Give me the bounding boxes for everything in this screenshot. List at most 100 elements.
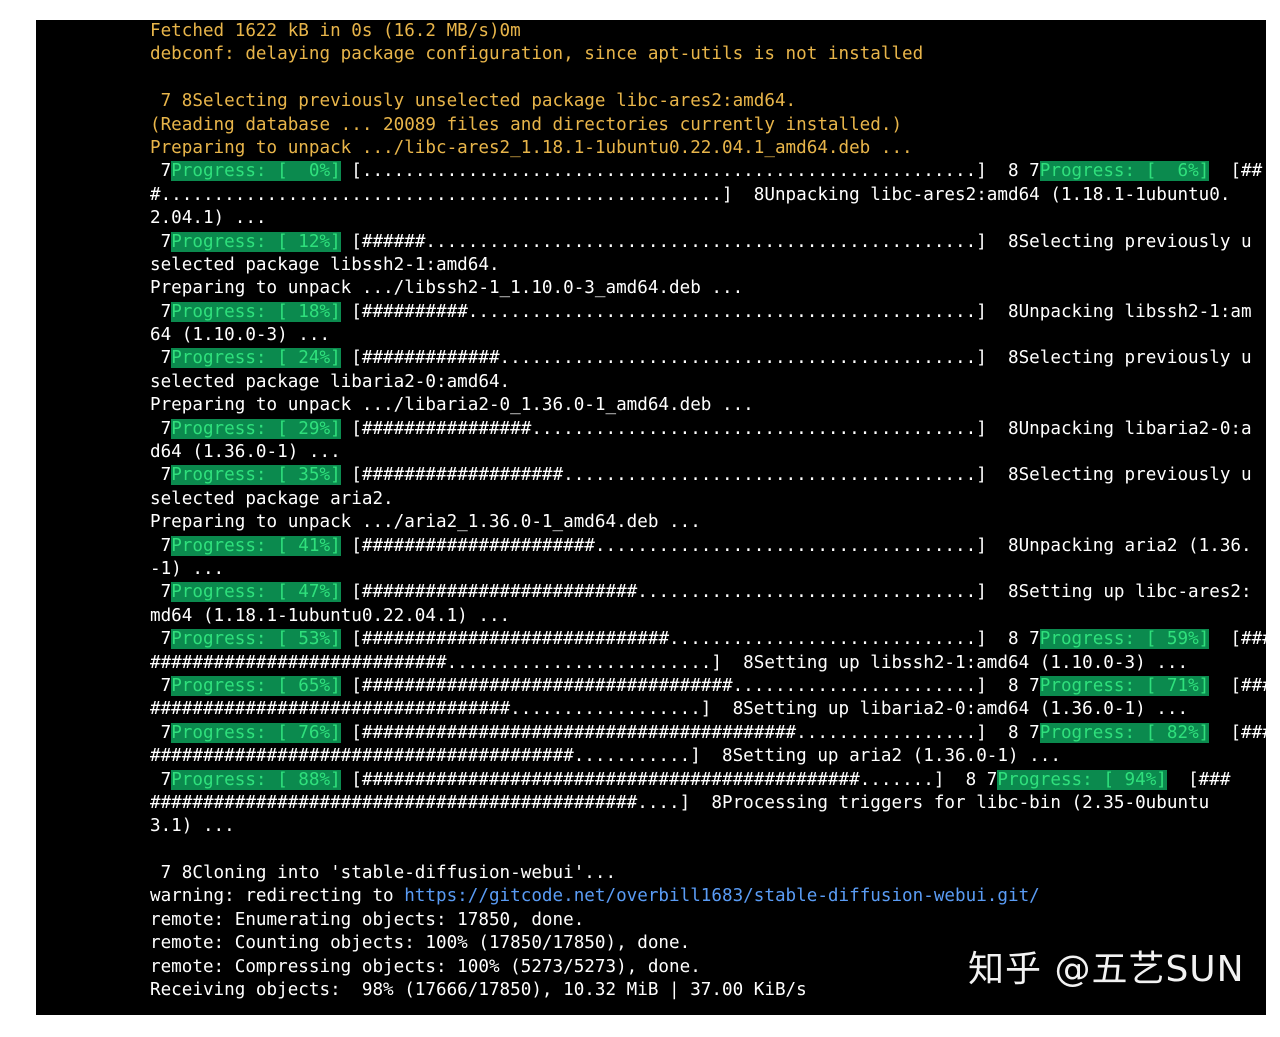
output-text: [### — [1166, 769, 1231, 790]
output-text: ##################################......… — [150, 699, 1189, 720]
terminal-line: 7 8Cloning into 'stable-diffusion-webui'… — [150, 862, 1266, 885]
output-text: [### — [1230, 629, 1266, 650]
output-text: debconf: delaying package configuration,… — [150, 44, 924, 65]
terminal-line: 7Progress: [ 65%] [#####################… — [150, 675, 1266, 698]
terminal-line: 7Progress: [ 18%] [##########...........… — [150, 301, 1266, 324]
terminal-window[interactable]: Fetched 1622 kB in 0s (16.2 MB/s)0m debco… — [36, 20, 1266, 1015]
output-text: 64 (1.10.0-3) ... — [150, 325, 331, 346]
output-text: [## — [1209, 161, 1263, 182]
progress-indicator: Progress: [ 12%] — [171, 231, 341, 252]
terminal-line: Fetched 1622 kB in 0s (16.2 MB/s)0m — [150, 20, 1266, 43]
output-text: [#############..........................… — [340, 348, 1252, 369]
output-text: [.......................................… — [340, 161, 1040, 182]
output-text: Preparing to unpack .../aria2_1.36.0-1_a… — [150, 512, 701, 533]
output-text: (Reading database ... 20089 files and di… — [150, 114, 903, 135]
output-text: warning: redirecting to — [150, 886, 405, 907]
terminal-line: #.......................................… — [150, 184, 1266, 207]
output-text: [###################....................… — [340, 465, 1252, 486]
progress-indicator: Progress: [ 47%] — [171, 582, 341, 603]
terminal-line: remote: Enumerating objects: 17850, done… — [150, 909, 1266, 932]
output-text: [#######################################… — [340, 722, 1040, 743]
terminal-line: md64 (1.18.1-1ubuntu0.22.04.1) ... — [150, 605, 1266, 628]
terminal-line: Preparing to unpack .../libc-ares2_1.18.… — [150, 137, 1266, 160]
output-text: 7 — [150, 348, 172, 369]
terminal-line: ########################################… — [150, 792, 1266, 815]
terminal-line: 7Progress: [ 76%] [#####################… — [150, 722, 1266, 745]
terminal-line: 64 (1.10.0-3) ... — [150, 324, 1266, 347]
terminal-line: Preparing to unpack .../libaria2-0_1.36.… — [150, 394, 1266, 417]
output-text: 7 8Cloning into 'stable-diffusion-webui'… — [150, 863, 617, 884]
terminal-line: selected package libssh2-1:amd64. — [150, 254, 1266, 277]
terminal-output: Fetched 1622 kB in 0s (16.2 MB/s)0m debco… — [150, 20, 1266, 1002]
terminal-line: ########################################… — [150, 745, 1266, 768]
output-text: [#############################..........… — [340, 629, 1040, 650]
output-text: [###################################....… — [340, 675, 1040, 696]
terminal-line: 7Progress: [ 12%] [######...............… — [150, 231, 1266, 254]
output-text: 7 — [150, 675, 172, 696]
output-text: 7 — [150, 418, 172, 439]
output-text: 7 8Selecting previously unselected packa… — [150, 91, 797, 112]
progress-indicator: Progress: [ 65%] — [171, 675, 341, 696]
terminal-line: 2.04.1) ... — [150, 207, 1266, 230]
progress-indicator: Progress: [ 18%] — [171, 301, 341, 322]
output-text: 7 — [150, 465, 172, 486]
terminal-line: Preparing to unpack .../aria2_1.36.0-1_a… — [150, 511, 1266, 534]
output-text: 3.1) ... — [150, 816, 235, 837]
output-text: -1) ... — [150, 558, 225, 579]
output-text: selected package libssh2-1:amd64. — [150, 254, 500, 275]
output-text: [##########.............................… — [340, 301, 1252, 322]
output-text: 7 — [150, 769, 172, 790]
url-link[interactable]: https://gitcode.net/overbill1683/stable-… — [404, 886, 1040, 906]
output-text: remote: Compressing objects: 100% (5273/… — [150, 956, 701, 977]
terminal-line: debconf: delaying package configuration,… — [150, 43, 1266, 66]
output-text: [######.................................… — [340, 231, 1252, 252]
output-text: 7 — [150, 582, 172, 603]
progress-indicator: Progress: [ 0%] — [171, 161, 341, 182]
terminal-line: 7Progress: [ 53%] [#####################… — [150, 628, 1266, 651]
output-text: [### — [1230, 675, 1266, 696]
output-text: #.......................................… — [150, 184, 1231, 205]
output-text: [#######################################… — [340, 769, 998, 790]
output-text: ########################################… — [150, 792, 1210, 813]
terminal-line: warning: redirecting to https://gitcode.… — [150, 885, 1266, 908]
terminal-line: d64 (1.36.0-1) ... — [150, 441, 1266, 464]
progress-indicator: Progress: [ 29%] — [171, 418, 341, 439]
output-text: remote: Counting objects: 100% (17850/17… — [150, 933, 691, 954]
output-text: 7 — [150, 629, 172, 650]
progress-indicator: Progress: [ 6%] — [1039, 161, 1210, 182]
terminal-line: -1) ... — [150, 558, 1266, 581]
progress-indicator: Progress: [ 94%] — [997, 769, 1167, 790]
output-text: Preparing to unpack .../libc-ares2_1.18.… — [150, 137, 913, 158]
terminal-line: 7Progress: [ 0%] [......................… — [150, 160, 1266, 183]
output-text: 7 — [150, 722, 172, 743]
terminal-line: 7 8Selecting previously unselected packa… — [150, 90, 1266, 113]
progress-indicator: Progress: [ 35%] — [171, 465, 341, 486]
output-text: selected package libaria2-0:amd64. — [150, 371, 511, 392]
terminal-line: Preparing to unpack .../libssh2-1_1.10.0… — [150, 277, 1266, 300]
progress-indicator: Progress: [ 76%] — [171, 722, 341, 743]
progress-indicator: Progress: [ 82%] — [1039, 722, 1210, 743]
output-text: md64 (1.18.1-1ubuntu0.22.04.1) ... — [150, 605, 511, 626]
output-text: [######################.................… — [340, 535, 1252, 556]
output-text: [##########################.............… — [340, 582, 1252, 603]
output-text: remote: Enumerating objects: 17850, done… — [150, 909, 585, 930]
output-text: 2.04.1) ... — [150, 208, 267, 229]
output-text: 7 — [150, 161, 172, 182]
progress-indicator: Progress: [ 53%] — [171, 629, 341, 650]
terminal-line: 7Progress: [ 88%] [#####################… — [150, 769, 1266, 792]
progress-indicator: Progress: [ 88%] — [171, 769, 341, 790]
output-text: d64 (1.36.0-1) ... — [150, 442, 341, 463]
progress-indicator: Progress: [ 59%] — [1039, 629, 1210, 650]
terminal-line: 3.1) ... — [150, 815, 1266, 838]
terminal-line: 7Progress: [ 24%] [#############........… — [150, 347, 1266, 370]
terminal-line: 7Progress: [ 47%] [#####################… — [150, 581, 1266, 604]
output-text: Fetched 1622 kB in 0s (16.2 MB/s)0m — [150, 21, 521, 41]
terminal-line: (Reading database ... 20089 files and di… — [150, 114, 1266, 137]
progress-indicator: Progress: [ 71%] — [1039, 675, 1210, 696]
output-text: Preparing to unpack .../libssh2-1_1.10.0… — [150, 278, 744, 299]
progress-indicator: Progress: [ 41%] — [171, 535, 341, 556]
output-text: selected package aria2. — [150, 488, 394, 509]
terminal-line: 7Progress: [ 41%] [#####################… — [150, 535, 1266, 558]
